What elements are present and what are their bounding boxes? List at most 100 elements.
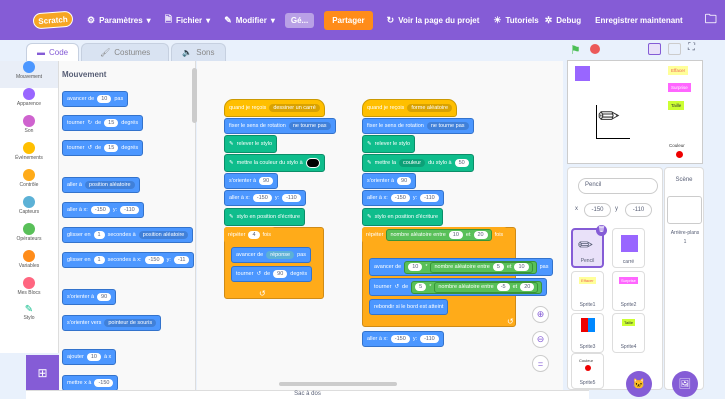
block-dropdown[interactable]: ne tourne pas	[288, 122, 331, 130]
goto-xy-block[interactable]: aller à x: -150 y: -110	[362, 331, 444, 347]
block-dropdown[interactable]: position aléatoire	[138, 231, 189, 239]
when-receive-hat-block[interactable]: quand je reçois forme aléatoire	[362, 99, 457, 117]
sprite-tile-carre[interactable]: carré	[612, 228, 645, 268]
block-input[interactable]: 5	[492, 263, 504, 271]
tab-costumes[interactable]: 🖌 Costumes	[81, 43, 170, 61]
settings-menu[interactable]: ⚙ Paramètres ▾	[87, 15, 151, 26]
block-input[interactable]: 15	[104, 119, 119, 127]
block-input[interactable]: -11	[173, 256, 190, 264]
zoom-out-button[interactable]: ⊖	[532, 331, 549, 348]
project-title-field[interactable]: Gé...	[284, 12, 315, 28]
category-control[interactable]: Contrôle	[0, 169, 58, 196]
zoom-in-button[interactable]: ⊕	[532, 306, 549, 323]
goto-xy-block[interactable]: aller à x: -150 y: -110	[62, 202, 144, 218]
move-steps-block[interactable]: avancer de réponse pas	[231, 247, 311, 263]
block-input[interactable]: 4	[248, 231, 260, 239]
scratch-logo[interactable]: Scratch	[32, 10, 74, 30]
multiply-reporter[interactable]: 10 * nombre aléatoire entre 5 et 10	[404, 260, 537, 274]
set-pen-param-block[interactable]: ✎ mettre la couleur du stylo à 50	[362, 154, 474, 172]
point-direction-block[interactable]: s'orienter à 90	[224, 173, 279, 189]
block-dropdown[interactable]: couleur	[399, 159, 426, 167]
pen-down-block[interactable]: ✎ stylo en position d'écriture	[362, 208, 444, 226]
glide-to-block[interactable]: glisser en 1 secondes à position aléatoire	[62, 227, 194, 243]
set-pen-color-block[interactable]: ✎ mettre la couleur du stylo à	[224, 154, 325, 172]
answer-reporter[interactable]: réponse	[266, 251, 295, 259]
block-input[interactable]: -150	[252, 194, 272, 202]
block-input[interactable]: 90	[273, 270, 288, 278]
when-receive-hat-block[interactable]: quand je reçois dessiner un carré	[224, 99, 325, 117]
goto-block[interactable]: aller à position aléatoire	[62, 177, 140, 193]
block-input[interactable]: -110	[420, 335, 439, 343]
category-sensing[interactable]: Capteurs	[0, 196, 58, 223]
set-rotation-block[interactable]: fixer le sens de rotation ne tourne pas	[362, 118, 474, 134]
backpack[interactable]: Sac à dos	[26, 390, 589, 399]
block-dropdown[interactable]: ne tourne pas	[426, 122, 469, 130]
sprite-tile-pencil[interactable]: ✏ 🗑 Pencil	[571, 225, 607, 268]
category-operators[interactable]: Opérateurs	[0, 223, 58, 250]
category-motion[interactable]: Mouvement	[0, 61, 58, 88]
random-reporter[interactable]: nombre aléatoire entre 5 et 10	[430, 261, 533, 273]
block-dropdown[interactable]: pointeur de souris	[104, 319, 157, 327]
stop-icon[interactable]	[590, 44, 600, 54]
pen-down-block[interactable]: ✎ stylo en position d'écriture	[224, 208, 306, 226]
block-input[interactable]: 20	[520, 283, 535, 291]
category-variables[interactable]: Variables	[0, 250, 58, 277]
block-input[interactable]: 90	[97, 293, 112, 301]
x-input[interactable]: -150	[584, 203, 611, 217]
point-direction-block[interactable]: s'orienter à 90	[62, 289, 117, 305]
set-rotation-block[interactable]: fixer le sens de rotation ne tourne pas	[224, 118, 336, 134]
block-input[interactable]: -150	[94, 379, 114, 387]
bounce-on-edge-block[interactable]: rebondir si le bord est atteint	[369, 299, 449, 315]
sprite-tile-sprite2[interactable]: Surprise Sprite2	[612, 271, 645, 311]
choose-sprite-button[interactable]: 🐱	[626, 371, 652, 397]
category-events[interactable]: Événements	[0, 142, 58, 169]
category-sound[interactable]: Son	[0, 115, 58, 142]
my-stuff-folder-icon[interactable]: 🗀	[705, 10, 717, 31]
category-looks[interactable]: Apparence	[0, 88, 58, 115]
move-steps-block[interactable]: avancer de 10 * nombre aléatoire entre 5 et 10…	[369, 258, 554, 276]
save-now-button[interactable]: Enregistrer maintenant	[595, 16, 683, 25]
block-input[interactable]: 10	[514, 263, 529, 271]
block-dropdown[interactable]: position aléatoire	[84, 181, 135, 189]
block-input[interactable]: -110	[282, 194, 301, 202]
block-input[interactable]: 1	[93, 256, 105, 264]
block-input[interactable]: 10	[408, 263, 423, 271]
tab-code[interactable]: ▬ Code	[26, 43, 80, 61]
large-stage-button[interactable]	[668, 43, 681, 55]
goto-xy-block[interactable]: aller à x: -150 y: -110	[224, 190, 306, 206]
block-input[interactable]: 20	[473, 231, 488, 239]
turn-right-block[interactable]: tourner ↻ de 15 degrés	[62, 115, 144, 131]
block-input[interactable]: 1	[93, 231, 105, 239]
block-input[interactable]: -150	[90, 206, 110, 214]
choose-backdrop-button[interactable]: 🖼	[672, 371, 698, 397]
delete-sprite-icon[interactable]: 🗑	[596, 225, 607, 236]
workspace-scrollbar[interactable]	[279, 382, 397, 386]
y-input[interactable]: -110	[625, 203, 652, 217]
set-x-block[interactable]: mettre x à -150	[62, 375, 119, 390]
block-input[interactable]: 90	[259, 177, 274, 185]
share-button[interactable]: Partager	[324, 10, 373, 30]
fullscreen-icon[interactable]: ⛶	[688, 42, 695, 53]
glide-xy-block[interactable]: glisser en 1 secondes à x: -150 y: -11	[62, 252, 195, 268]
point-direction-block[interactable]: s'orienter à 90	[362, 173, 417, 189]
green-flag-icon[interactable]: ⚑	[570, 43, 581, 57]
sprite-tile-sprite1[interactable]: Effacer Sprite1	[571, 271, 604, 311]
block-input[interactable]: -110	[420, 194, 439, 202]
block-input[interactable]: 10	[86, 353, 101, 361]
block-input[interactable]: 10	[448, 231, 463, 239]
file-menu[interactable]: 🗎 Fichier ▾	[165, 12, 211, 28]
block-input[interactable]: -150	[144, 256, 164, 264]
move-steps-block[interactable]: avancer de 10 pas	[62, 91, 129, 107]
sprite-tile-sprite4[interactable]: Taille Sprite4	[612, 313, 645, 353]
block-input[interactable]: -150	[390, 194, 410, 202]
block-dropdown[interactable]: forme aléatoire	[407, 104, 452, 112]
category-pen[interactable]: ✎ Stylo	[0, 304, 58, 331]
pen-up-block[interactable]: ✎ relever le stylo	[224, 135, 278, 153]
small-stage-button[interactable]	[648, 43, 661, 55]
point-towards-block[interactable]: s'orienter vers pointeur de souris	[62, 315, 162, 331]
block-input[interactable]: 10	[97, 95, 112, 103]
category-my-blocks[interactable]: Mes Blocs	[0, 277, 58, 304]
stage-selector[interactable]: Scène Arrière-plans 1 🖼	[664, 167, 704, 397]
zoom-reset-button[interactable]: =	[532, 355, 549, 372]
add-extension-button[interactable]: ⊞	[26, 355, 59, 390]
